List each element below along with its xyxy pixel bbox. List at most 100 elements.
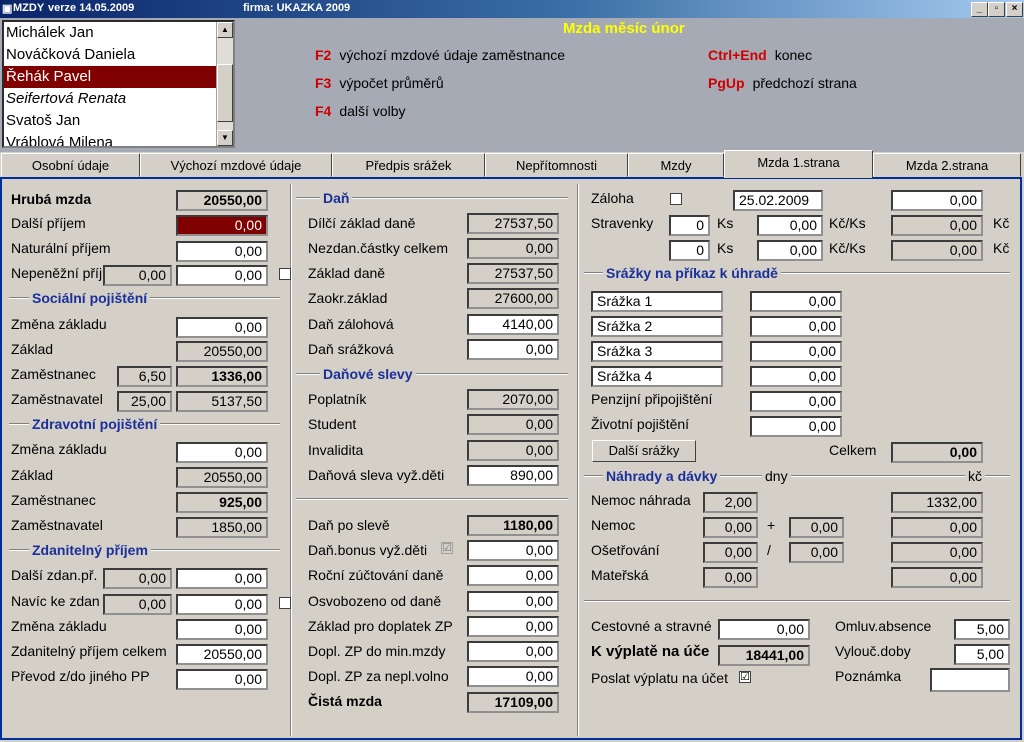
social-employer-field: 5137,50 xyxy=(176,391,268,412)
scroll-thumb[interactable] xyxy=(217,64,233,122)
tax-after-credit-field: 1180,00 xyxy=(467,515,559,536)
annual-settlement-field[interactable]: 0,00 xyxy=(467,565,559,586)
tax-exempt-field[interactable]: 0,00 xyxy=(467,591,559,612)
sick-compensation-amount-field: 1332,00 xyxy=(891,492,983,513)
meal-vouchers-1-qty-field[interactable]: 0 xyxy=(669,215,710,236)
extra-taxable-label: Navíc ke zdan xyxy=(11,593,100,609)
scroll-down-arrow-icon[interactable]: ▼ xyxy=(217,130,233,146)
deduction-2-name-field[interactable]: Srážka 2 xyxy=(591,316,723,337)
deduction-4-value-field[interactable]: 0,00 xyxy=(750,366,842,387)
taxpayer-credit-label: Poplatník xyxy=(308,391,367,407)
list-item[interactable]: Seifertová Renata xyxy=(4,88,233,110)
taxable-total-field[interactable]: 20550,00 xyxy=(176,644,268,665)
more-deductions-button[interactable]: Další srážky xyxy=(592,440,696,462)
student-credit-label: Student xyxy=(308,416,357,432)
advance-amount-field[interactable]: 0,00 xyxy=(891,190,983,211)
deduction-1-value-field[interactable]: 0,00 xyxy=(750,291,842,312)
zp-unpaid-leave-field[interactable]: 0,00 xyxy=(467,666,559,687)
health-base-change-label: Změna základu xyxy=(11,441,107,457)
list-item[interactable]: Michálek Jan xyxy=(4,22,233,44)
hotkey-f4: F4 další volby xyxy=(315,103,406,119)
hotkey-pgup: PgUp předchozí strana xyxy=(708,75,857,91)
excluded-periods-field[interactable]: 5,00 xyxy=(954,644,1010,665)
partial-tax-base-label: Dílčí základ daně xyxy=(308,215,416,231)
taxpayer-credit-field: 2070,00 xyxy=(467,389,559,410)
deduction-4-name-field[interactable]: Srážka 4 xyxy=(591,366,723,387)
social-employer-label: Zaměstnavatel xyxy=(11,391,103,407)
tab-predpis-srazek[interactable]: Předpis srážek xyxy=(332,153,485,177)
tab-vychozi-mzdove-udaje[interactable]: Výchozí mzdové údaje xyxy=(140,153,332,177)
child-bonus-checkbox[interactable]: ☑ xyxy=(441,542,453,554)
list-item-selected[interactable]: Řehák Pavel xyxy=(4,66,233,88)
net-wage-label: Čistá mzda xyxy=(308,693,382,709)
natural-income-field[interactable]: 0,00 xyxy=(176,241,268,262)
other-taxable-b-field[interactable]: 0,00 xyxy=(176,568,268,589)
transfer-pp-field[interactable]: 0,00 xyxy=(176,669,268,690)
note-field[interactable] xyxy=(930,668,1010,692)
deduction-3-name-field[interactable]: Srážka 3 xyxy=(591,341,723,362)
meal-vouchers-label: Stravenky xyxy=(591,215,654,231)
social-insurance-heading: Sociální pojištění xyxy=(29,290,151,306)
advance-tax-field[interactable]: 4140,00 xyxy=(467,314,559,335)
care-amount-field: 0,00 xyxy=(891,542,983,563)
social-employee-field: 1336,00 xyxy=(176,366,268,387)
close-button[interactable]: × xyxy=(1006,2,1023,17)
meal-vouchers-2-qty-field[interactable]: 0 xyxy=(669,240,710,261)
travel-allowance-field[interactable]: 0,00 xyxy=(718,619,810,640)
hotkey-ctrl-end: Ctrl+End konec xyxy=(708,47,813,63)
list-item[interactable]: Svatoš Jan xyxy=(4,110,233,132)
deduction-1-name-field[interactable]: Srážka 1 xyxy=(591,291,723,312)
list-item[interactable]: Vráblová Milena xyxy=(4,132,233,146)
meal-vouchers-2-price-field[interactable]: 0,00 xyxy=(757,240,823,261)
tab-nepritomnosti[interactable]: Nepřítomnosti xyxy=(485,153,628,177)
untaxed-amounts-label: Nezdan.částky celkem xyxy=(308,240,449,256)
health-employer-label: Zaměstnavatel xyxy=(11,517,103,533)
list-scrollbar[interactable]: ▲ ▼ xyxy=(216,22,233,146)
extra-taxable-b-field[interactable]: 0,00 xyxy=(176,594,268,615)
withholding-tax-field[interactable]: 0,00 xyxy=(467,339,559,360)
meal-vouchers-1-price-field[interactable]: 0,00 xyxy=(757,215,823,236)
child-credit-field[interactable]: 890,00 xyxy=(467,465,559,486)
partial-tax-base-field: 27537,50 xyxy=(467,213,559,234)
tab-osobni-udaje[interactable]: Osobní údaje xyxy=(1,153,140,177)
advance-date-field[interactable]: 25.02.2009 xyxy=(733,190,823,211)
social-employee-rate-field: 6,50 xyxy=(117,366,172,387)
send-to-account-checkbox[interactable]: ☑ xyxy=(739,671,751,683)
deductions-heading: Srážky na příkaz k úhradě xyxy=(603,265,781,281)
scroll-up-arrow-icon[interactable]: ▲ xyxy=(217,22,233,38)
zp-min-wage-field[interactable]: 0,00 xyxy=(467,641,559,662)
tab-mzdy[interactable]: Mzdy xyxy=(628,153,724,177)
zp-base-field[interactable]: 0,00 xyxy=(467,616,559,637)
health-employee-field: 925,00 xyxy=(176,492,268,513)
non-monetary-checkbox[interactable] xyxy=(279,268,291,280)
maximize-button[interactable]: ▫ xyxy=(988,2,1005,17)
tax-heading: Daň xyxy=(320,190,353,206)
plus-sign: + xyxy=(767,517,776,533)
other-income-field[interactable]: 0,00 xyxy=(176,215,268,236)
tab-mzda-2-strana[interactable]: Mzda 2.strana xyxy=(873,153,1021,177)
non-monetary-income-a-field: 0,00 xyxy=(103,265,172,286)
advance-checkbox[interactable] xyxy=(670,193,682,205)
minimize-button[interactable]: _ xyxy=(971,2,988,17)
tab-mzda-1-strana[interactable]: Mzda 1.strana xyxy=(724,150,873,178)
excused-absence-field[interactable]: 5,00 xyxy=(954,619,1010,640)
hotkey-f2: F2 výchozí mzdové údaje zaměstnance xyxy=(315,47,566,63)
life-insurance-field[interactable]: 0,00 xyxy=(750,416,842,437)
health-base-change-field[interactable]: 0,00 xyxy=(176,442,268,463)
deductions-total-label: Celkem xyxy=(829,442,877,458)
month-title: Mzda měsíc únor xyxy=(563,20,685,37)
non-monetary-income-b-field[interactable]: 0,00 xyxy=(176,265,268,286)
pension-insurance-field[interactable]: 0,00 xyxy=(750,391,842,412)
child-bonus-field[interactable]: 0,00 xyxy=(467,540,559,561)
social-base-change-field[interactable]: 0,00 xyxy=(176,317,268,338)
deduction-2-value-field[interactable]: 0,00 xyxy=(750,316,842,337)
employee-list[interactable]: Michálek Jan Nováčková Daniela Řehák Pav… xyxy=(2,20,235,148)
taxable-base-change-field[interactable]: 0,00 xyxy=(176,619,268,640)
deduction-3-value-field[interactable]: 0,00 xyxy=(750,341,842,362)
care-label: Ošetřování xyxy=(591,542,660,558)
payout-to-account-label: K výplatě na úče xyxy=(591,643,710,660)
advance-label: Záloha xyxy=(591,190,634,206)
extra-taxable-checkbox[interactable] xyxy=(279,597,291,609)
compensations-heading: Náhrady a dávky xyxy=(603,468,721,484)
list-item[interactable]: Nováčková Daniela xyxy=(4,44,233,66)
